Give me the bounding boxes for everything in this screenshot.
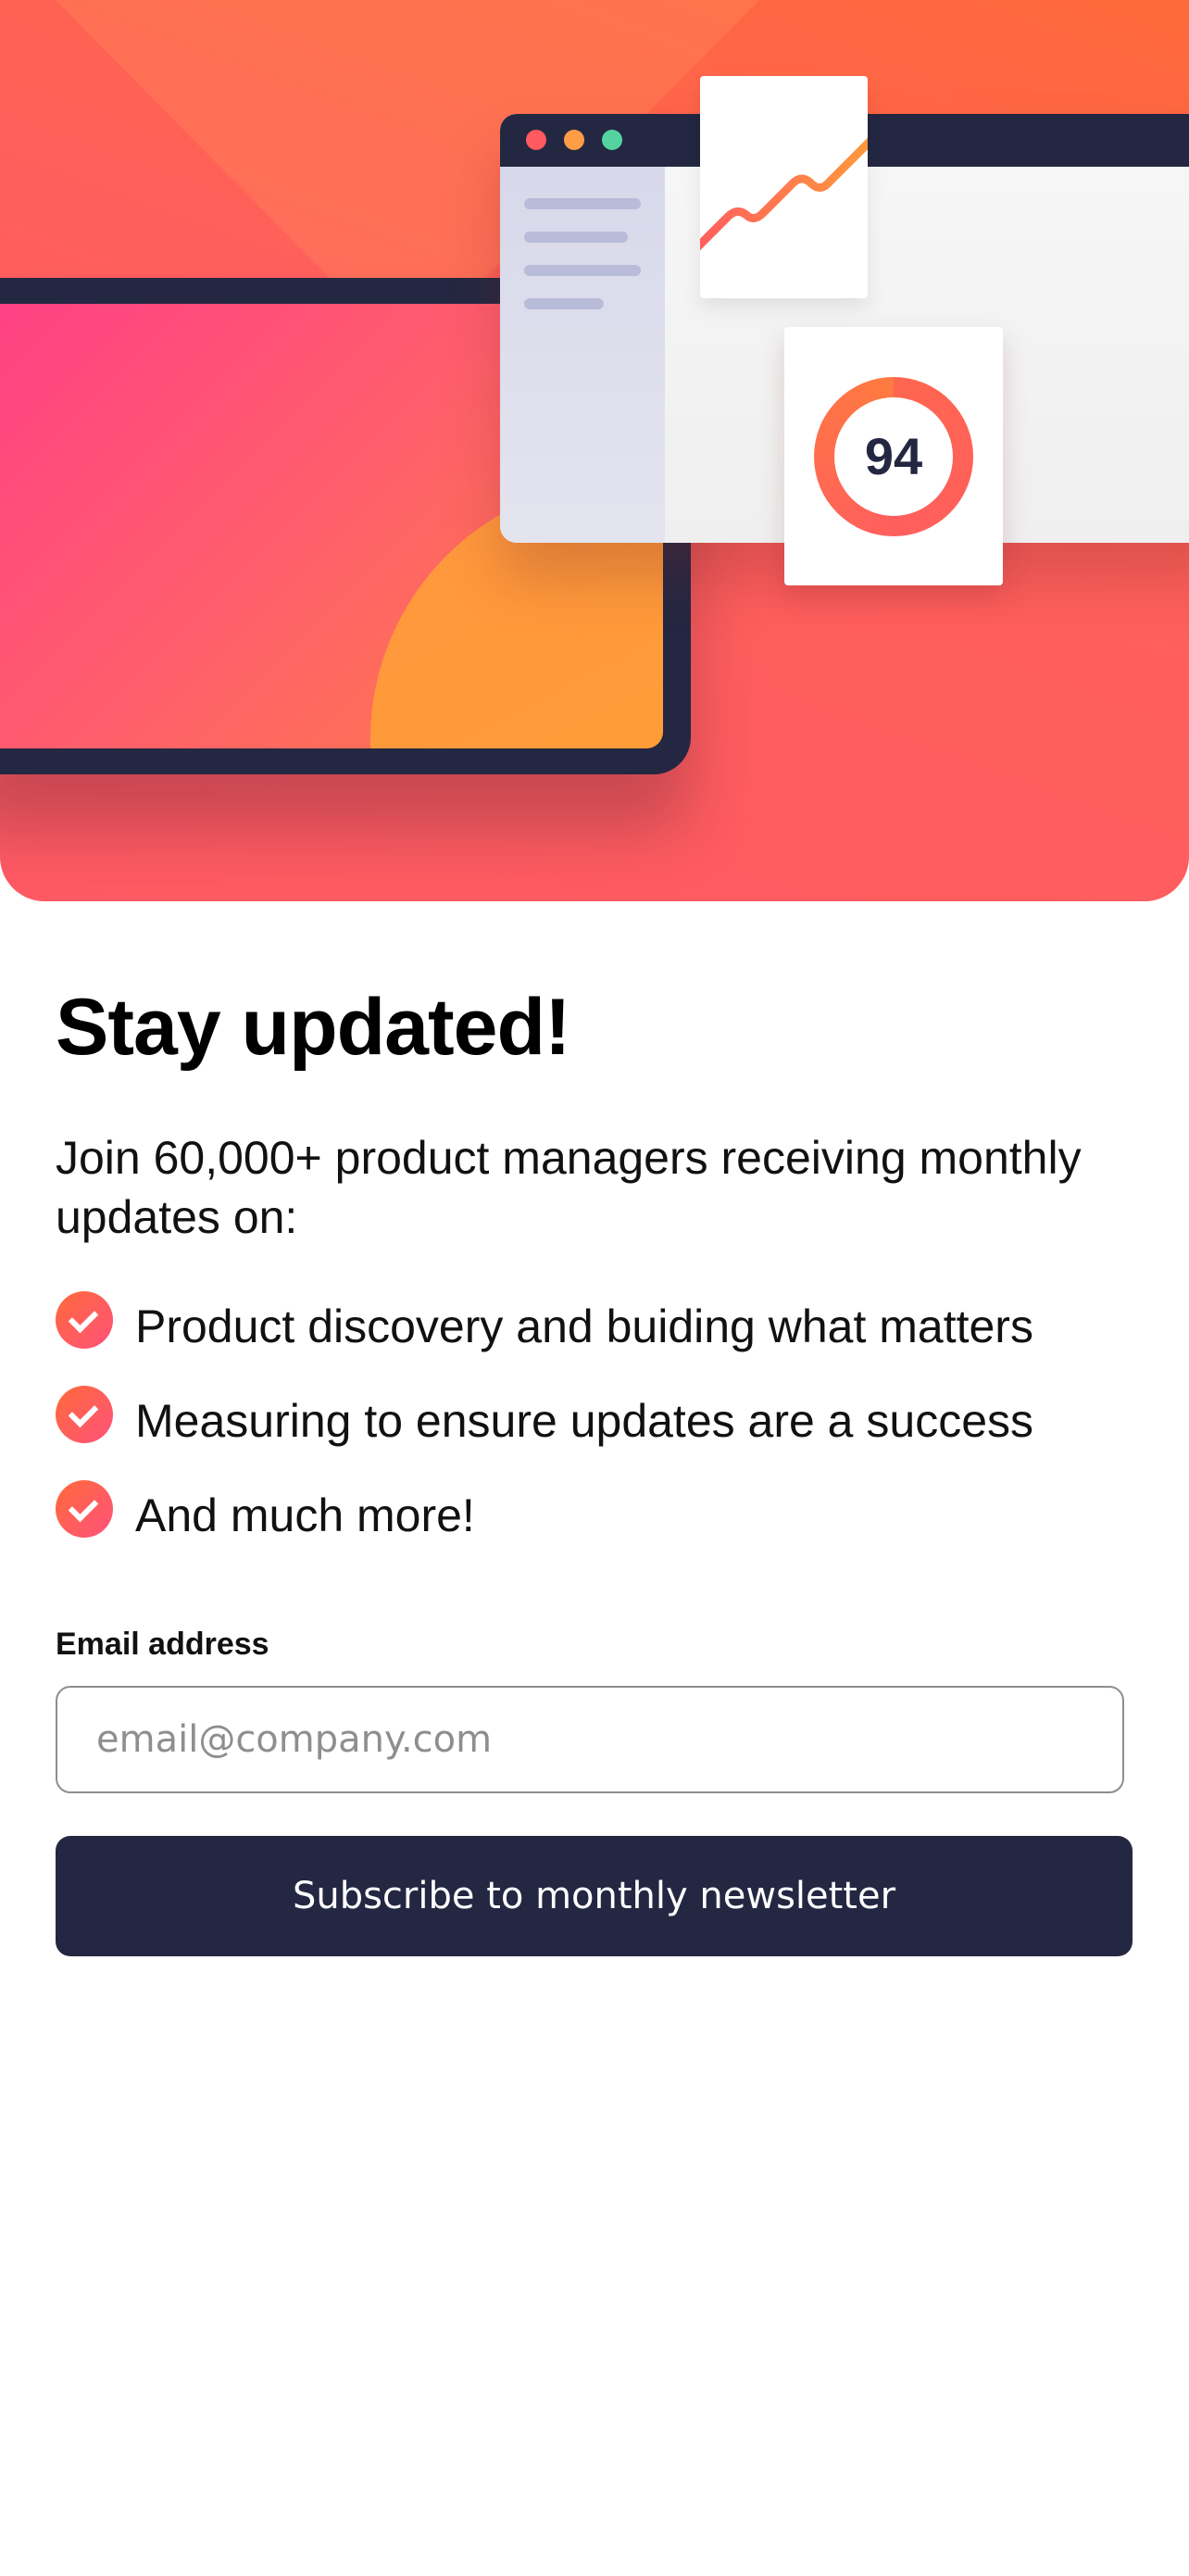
score-value: 94 xyxy=(864,427,923,485)
feature-item: Measuring to ensure updates are a succes… xyxy=(56,1386,1033,1480)
feature-item: Product discovery and buiding what matte… xyxy=(56,1291,1033,1386)
sidebar-line xyxy=(524,298,604,309)
trend-chart-card xyxy=(700,76,868,298)
subscribe-button[interactable]: Subscribe to monthly newsletter xyxy=(56,1836,1133,1956)
window-minimize-dot xyxy=(564,130,584,150)
window-maximize-dot xyxy=(602,130,622,150)
check-icon xyxy=(56,1480,113,1538)
sidebar-line xyxy=(524,232,628,243)
feature-item: And much more! xyxy=(56,1480,1033,1575)
email-field[interactable] xyxy=(56,1686,1124,1793)
feature-text: Measuring to ensure updates are a succes… xyxy=(135,1395,1033,1447)
lead-text: Join 60,000+ product managers receiving … xyxy=(56,1132,1082,1243)
window-close-dot xyxy=(526,130,546,150)
trend-line-icon xyxy=(700,137,868,251)
hero-illustration: 94 xyxy=(0,0,1189,901)
feature-list: Product discovery and buiding what matte… xyxy=(56,1291,1033,1575)
newsletter-page: 94 Stay updated! Join 60,000+ product ma… xyxy=(0,0,1189,2576)
score-card: 94 xyxy=(784,327,1003,585)
sidebar-line xyxy=(524,198,641,209)
feature-text: Product discovery and buiding what matte… xyxy=(135,1301,1033,1352)
browser-sidebar xyxy=(500,167,665,543)
email-label: Email address xyxy=(56,1627,269,1662)
check-icon xyxy=(56,1291,113,1349)
check-icon xyxy=(56,1386,113,1443)
sidebar-line xyxy=(524,265,641,276)
page-title: Stay updated! xyxy=(56,983,571,1072)
feature-text: And much more! xyxy=(135,1489,475,1541)
